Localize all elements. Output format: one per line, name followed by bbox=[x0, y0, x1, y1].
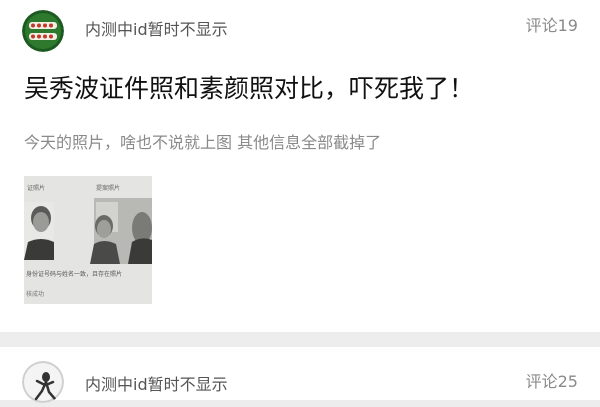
post-body: 今天的照片，啥也不说就上图 其他信息全部截掉了 bbox=[24, 133, 382, 152]
photo-caption: 身份证号码与姓名一致，且存在照片 bbox=[26, 270, 122, 278]
post-card[interactable]: 内测中id暂时不显示 评论19 吴秀波证件照和素颜照对比，吓死我了！ 今天的照片… bbox=[0, 0, 600, 332]
post-header: 内测中id暂时不显示 评论25 bbox=[0, 347, 600, 407]
user-name[interactable]: 内测中id暂时不显示 bbox=[85, 375, 228, 395]
post-header: 内测中id暂时不显示 评论19 bbox=[0, 0, 600, 60]
post-image: 证照片 提案照片 身份证号码与姓名一致，且存在照片 核成功 bbox=[24, 176, 152, 304]
avatar[interactable] bbox=[22, 361, 64, 403]
post-title[interactable]: 吴秀波证件照和素颜照对比，吓死我了！ bbox=[24, 72, 474, 106]
post-card[interactable]: 内测中id暂时不显示 评论25 bbox=[0, 347, 600, 403]
comment-count[interactable]: 评论19 bbox=[526, 16, 578, 36]
user-name[interactable]: 内测中id暂时不显示 bbox=[85, 20, 228, 40]
comment-count[interactable]: 评论25 bbox=[526, 372, 578, 392]
avatar-image bbox=[22, 361, 64, 403]
photo-footer: 核成功 bbox=[26, 290, 44, 298]
avatar-image bbox=[22, 10, 64, 52]
avatar[interactable] bbox=[22, 10, 64, 52]
post-image-thumbnail[interactable]: 证照片 提案照片 身份证号码与姓名一致，且存在照片 核成功 bbox=[24, 176, 152, 304]
right-photo-label: 提案照片 bbox=[96, 184, 120, 192]
left-photo-label: 证照片 bbox=[27, 184, 45, 192]
